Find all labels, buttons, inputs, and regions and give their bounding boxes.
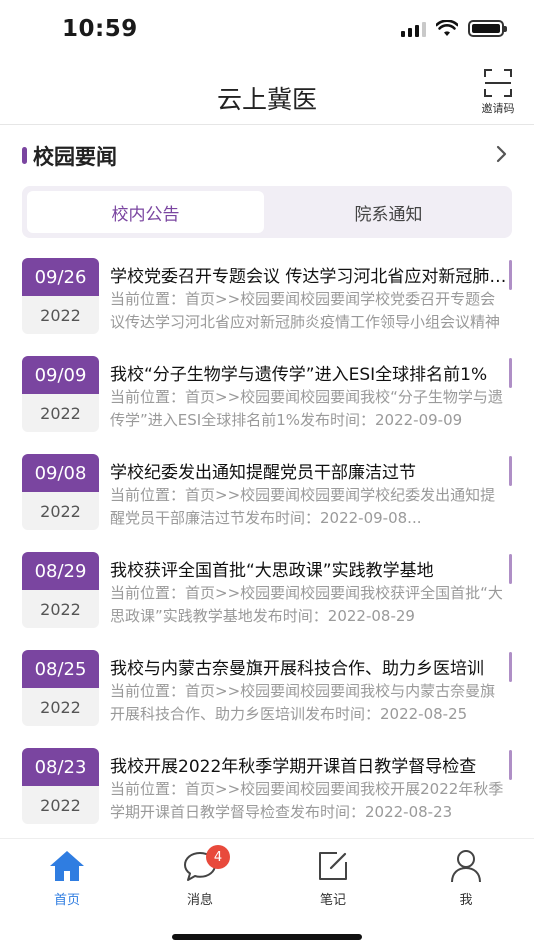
news-title: 学校纪委发出通知提醒党员干部廉洁过节 (110, 463, 416, 483)
item-edge-marker (509, 358, 512, 388)
home-icon (50, 851, 84, 881)
battery-icon (468, 20, 507, 37)
date-year: 2022 (40, 403, 81, 423)
tab-department-notice[interactable]: 院系通知 (270, 191, 507, 233)
news-item[interactable]: 08/25 2022 我校与内蒙古奈曼旗开展科技合作、助力乡医培训 当前位置：首… (0, 644, 534, 742)
invite-code-label: 邀请码 (481, 102, 515, 115)
notes-icon (319, 852, 347, 880)
signal-icon (401, 21, 426, 37)
date-year: 2022 (40, 305, 81, 325)
date-year: 2022 (40, 697, 81, 717)
chevron-right-icon[interactable] (496, 145, 508, 163)
date-badge: 08/25 2022 (22, 650, 99, 726)
news-summary: 当前位置：首页>>校园要闻校园要闻我校开展2022年秋季学期开课首日教学督导检查… (110, 780, 504, 821)
nav-messages[interactable]: 4 消息 (160, 845, 240, 908)
news-summary: 当前位置：首页>>校园要闻校园要闻我校获评全国首批“大思政课”实践教学基地发布时… (110, 584, 503, 625)
news-summary: 当前位置：首页>>校园要闻校园要闻学校纪委发出通知提醒党员干部廉洁过节发布时间：… (110, 486, 496, 527)
date-month-day: 09/08 (22, 454, 99, 492)
nav-profile-label: 我 (459, 893, 473, 908)
date-month-day: 08/25 (22, 650, 99, 688)
date-month-day: 09/09 (22, 356, 99, 394)
tab-campus-notice[interactable]: 校内公告 (27, 191, 264, 233)
section-accent-bar (22, 147, 27, 164)
news-summary: 当前位置：首页>>校园要闻校园要闻我校与内蒙古奈曼旗开展科技合作、助力乡医培训发… (110, 682, 496, 723)
news-tabs: 校内公告 院系通知 (22, 186, 512, 238)
item-edge-marker (509, 750, 512, 780)
status-bar: 10:59 (0, 0, 534, 62)
news-item[interactable]: 09/08 2022 学校纪委发出通知提醒党员干部廉洁过节 当前位置：首页>>校… (0, 448, 534, 546)
section-header[interactable]: 校园要闻 (0, 132, 534, 178)
status-time: 10:59 (62, 16, 138, 42)
news-item[interactable]: 09/09 2022 我校“分子生物学与遗传学”进入ESI全球排名前1% 当前位… (0, 350, 534, 448)
news-summary: 当前位置：首页>>校园要闻校园要闻我校“分子生物学与遗传学”进入ESI全球排名前… (110, 388, 503, 429)
item-edge-marker (509, 554, 512, 584)
section-title: 校园要闻 (33, 145, 117, 169)
status-icons (401, 20, 507, 37)
date-year: 2022 (40, 599, 81, 619)
invite-code-button[interactable]: 邀请码 (476, 68, 520, 116)
nav-home-label: 首页 (53, 893, 80, 908)
date-badge: 08/29 2022 (22, 552, 99, 628)
news-item[interactable]: 09/26 2022 学校党委召开专题会议 传达学习河北省应对新冠肺炎疫情工作领… (0, 252, 534, 350)
profile-icon (451, 850, 481, 883)
date-badge: 09/08 2022 (22, 454, 99, 530)
page-title: 云上冀医 (216, 85, 317, 114)
nav-messages-label: 消息 (186, 893, 213, 908)
item-edge-marker (509, 260, 512, 290)
item-edge-marker (509, 456, 512, 486)
date-month-day: 08/29 (22, 552, 99, 590)
news-summary: 当前位置：首页>>校园要闻校园要闻学校党委召开专题会议传达学习河北省应对新冠肺炎… (110, 290, 501, 331)
news-list: 09/26 2022 学校党委召开专题会议 传达学习河北省应对新冠肺炎疫情工作领… (0, 252, 534, 840)
date-year: 2022 (40, 501, 81, 521)
item-edge-marker (509, 652, 512, 682)
nav-home[interactable]: 首页 (27, 847, 107, 908)
header-divider (0, 124, 534, 125)
news-title: 我校获评全国首批“大思政课”实践教学基地 (110, 561, 434, 581)
nav-profile[interactable]: 我 (426, 847, 506, 908)
news-title: 我校“分子生物学与遗传学”进入ESI全球排名前1% (110, 365, 488, 385)
wifi-icon (436, 20, 458, 36)
home-indicator[interactable] (172, 934, 362, 940)
news-item[interactable]: 08/23 2022 我校开展2022年秋季学期开课首日教学督导检查 当前位置：… (0, 742, 534, 840)
app-header: 云上冀医 邀请码 (0, 62, 534, 124)
unread-badge: 4 (206, 845, 230, 869)
news-title: 学校党委召开专题会议 传达学习河北省应对新冠肺炎疫情工作领导小组会议精神 (110, 267, 508, 287)
news-title: 我校与内蒙古奈曼旗开展科技合作、助力乡医培训 (110, 659, 484, 679)
scan-icon (484, 69, 512, 97)
date-badge: 08/23 2022 (22, 748, 99, 824)
nav-notes[interactable]: 笔记 (293, 847, 373, 908)
date-month-day: 08/23 (22, 748, 99, 786)
date-year: 2022 (40, 795, 81, 815)
date-month-day: 09/26 (22, 258, 99, 296)
news-item[interactable]: 08/29 2022 我校获评全国首批“大思政课”实践教学基地 当前位置：首页>… (0, 546, 534, 644)
date-badge: 09/26 2022 (22, 258, 99, 334)
date-badge: 09/09 2022 (22, 356, 99, 432)
news-title: 我校开展2022年秋季学期开课首日教学督导检查 (110, 757, 477, 777)
nav-notes-label: 笔记 (319, 893, 346, 908)
